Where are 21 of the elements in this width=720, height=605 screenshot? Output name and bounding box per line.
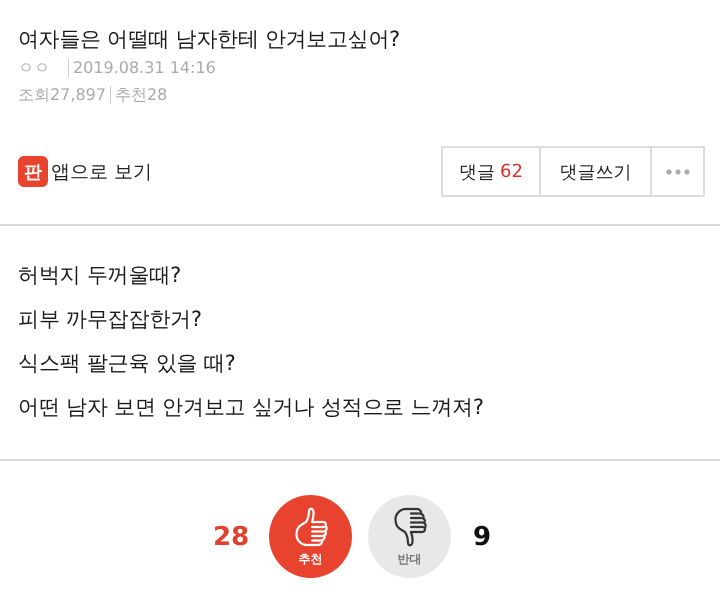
thumbs-down-icon: [392, 507, 428, 547]
app-logo[interactable]: 판: [18, 156, 48, 187]
view-count: 조회27,897: [18, 84, 106, 106]
oppose-button[interactable]: 반대: [368, 495, 451, 578]
post-date: 2019.08.31 14:16: [68, 58, 216, 76]
app-link[interactable]: 앱으로 보기: [51, 158, 152, 184]
recommend-total: 28: [213, 522, 247, 552]
thumbs-up-icon: [292, 507, 328, 547]
post-text-line: 피부 까무잡잡한거?: [18, 306, 203, 333]
post-title: 여자들은 어떨때 남자한테 안겨보고싶어?: [18, 26, 401, 53]
more-button[interactable]: [650, 146, 705, 197]
write-comment-button[interactable]: 댓글쓰기: [539, 146, 652, 197]
oppose-total: 9: [473, 522, 492, 552]
recommend-count: 추천28: [110, 86, 168, 104]
comments-button[interactable]: 댓글 62: [441, 146, 541, 197]
recommend-button[interactable]: 추천: [269, 495, 352, 578]
post-text-line: 어떤 남자 보면 안겨보고 싶거나 성적으로 느껴져?: [18, 394, 485, 421]
post-text-line: 허벅지 두꺼울때?: [18, 262, 182, 289]
post-text-line: 식스팩 팔근육 있을 때?: [18, 350, 237, 377]
author-name: ㅇㅇ: [18, 57, 51, 79]
more-icon: [666, 168, 690, 174]
